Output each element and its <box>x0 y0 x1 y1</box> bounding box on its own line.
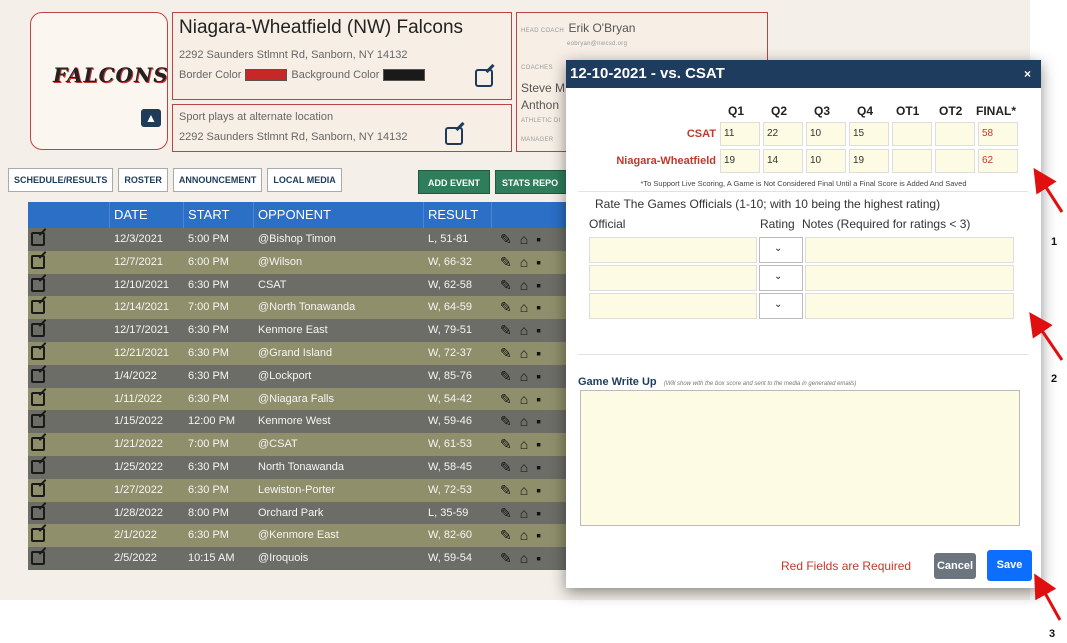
annotation-arrow-3 <box>1034 573 1062 621</box>
annotation-arrow-2 <box>1029 312 1064 361</box>
annotation-number-3: 3 <box>1049 628 1056 640</box>
annotation-arrow-1 <box>1033 167 1064 213</box>
annotation-arrows <box>1029 167 1064 621</box>
annotation-number-1: 1 <box>1051 236 1058 248</box>
annotation-number-2: 2 <box>1051 373 1058 385</box>
